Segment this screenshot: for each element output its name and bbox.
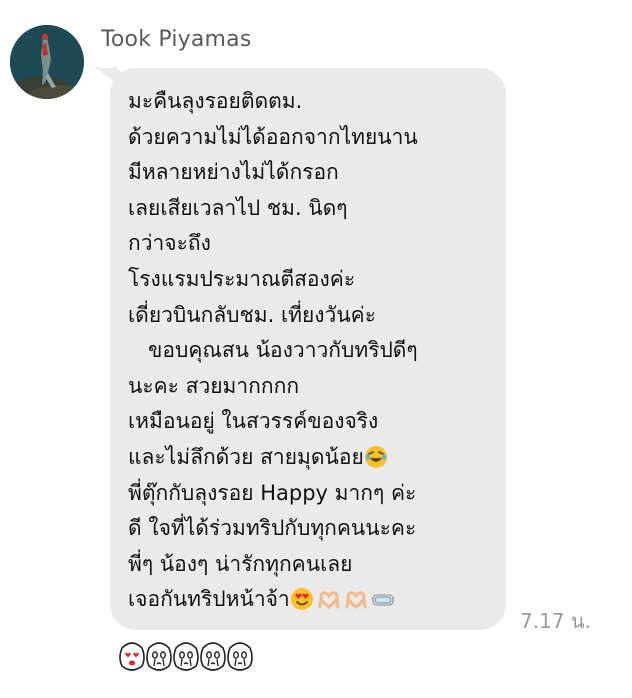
heart-hands-emoji-icon [317, 587, 341, 611]
message-timestamp: 7.17 น. [520, 609, 591, 633]
teary-sticker-icon[interactable] [199, 640, 227, 674]
message-line: เหมือนอยู่ ในสวรรค์ของจริง [128, 409, 379, 434]
message-text: มะคืนลุงรอยติดตม. ด้วยความไม่ได้ออกจากไท… [128, 84, 418, 618]
heart-eyes-emoji-icon [290, 587, 314, 611]
message-line: เจอกันทริปหน้าจ้า [128, 582, 418, 618]
message-line: ขอบคุณสน น้องวาวกับทริปดีๆ [128, 338, 418, 363]
teary-sticker-icon[interactable] [226, 640, 254, 674]
message-line: เดี่ยวบินกลับชม. เที่ยงวันค่ะ [128, 302, 377, 327]
message-line: พี่ตุ๊กกับลุงรอย Happy มากๆ ค่ะ [128, 480, 417, 505]
heart-eyes-sticker-icon[interactable] [118, 640, 146, 674]
teary-sticker-icon[interactable] [145, 640, 173, 674]
message-line: และไม่ลึกด้วย สายมุดน้อย [128, 440, 418, 476]
message-line: มะคืนลุงรอยติดตม. [128, 89, 303, 113]
teary-sticker-icon[interactable] [172, 640, 200, 674]
message-line: เลยเสียเวลาไป ชม. นิดๆ [128, 195, 348, 220]
message-line: มีหลายหย่างไม่ได้กรอก [128, 160, 339, 185]
message-line: นะคะ สวยมากกกก [128, 373, 300, 398]
diving-mask-emoji-icon [371, 587, 395, 611]
heart-hands-emoji-icon [344, 587, 368, 611]
message-line: กว่าจะถึง [128, 231, 211, 256]
sender-name: Took Piyamas [101, 27, 252, 52]
message-line: ด้วยความไม่ได้ออกจากไทยนาน [128, 124, 418, 149]
message-line: โรงแรมประมาณตีสองค่ะ [128, 266, 356, 291]
message-line: ดี ใจที่ได้ร่วมทริปกับทุกคนนะคะ [128, 516, 417, 541]
avatar-diver-photo-icon [10, 25, 84, 99]
avatar[interactable] [10, 25, 84, 99]
rolling-laughing-emoji-icon [364, 445, 388, 469]
message-line: พี่ๆ น้องๆ น่ารักทุกคนเลย [128, 551, 353, 576]
reaction-stickers[interactable] [118, 640, 253, 674]
